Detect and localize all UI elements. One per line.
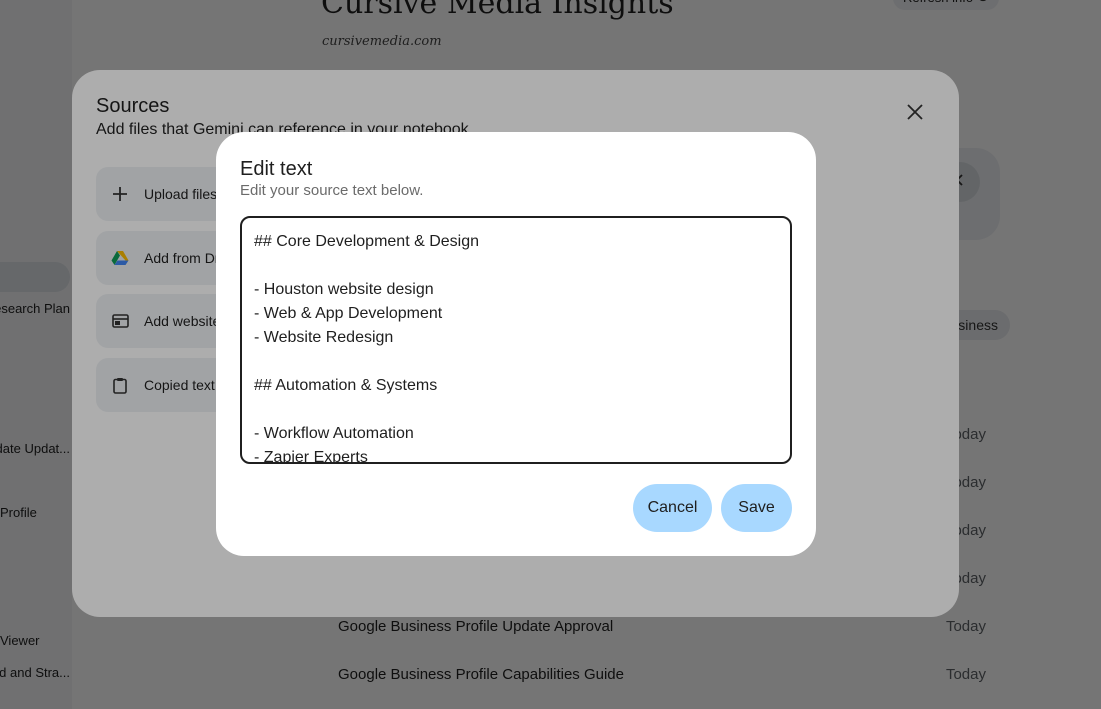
source-text-area[interactable]: ## Core Development & Design - Houston w… — [240, 216, 792, 464]
text-line: - Workflow Automation — [254, 425, 414, 442]
save-button[interactable]: Save — [721, 484, 792, 532]
text-line — [254, 350, 778, 374]
edit-text-dialog: Edit text Edit your source text below. #… — [216, 132, 816, 556]
cancel-button[interactable]: Cancel — [633, 484, 712, 532]
dialog-actions: Cancel Save — [633, 484, 792, 532]
text-line: ## Core Development & Design — [254, 233, 480, 250]
text-line: - Website Redesign — [254, 329, 394, 346]
text-line: ## Automation & Systems — [254, 377, 438, 394]
text-line: - Houston website design — [254, 281, 434, 298]
text-line: - Web & App Development — [254, 305, 443, 322]
text-line: - Zapier Experts — [254, 449, 368, 464]
edit-text-title: Edit text — [240, 158, 313, 180]
text-line — [254, 254, 778, 278]
edit-text-subtitle: Edit your source text below. — [240, 182, 424, 199]
text-line — [254, 398, 778, 422]
